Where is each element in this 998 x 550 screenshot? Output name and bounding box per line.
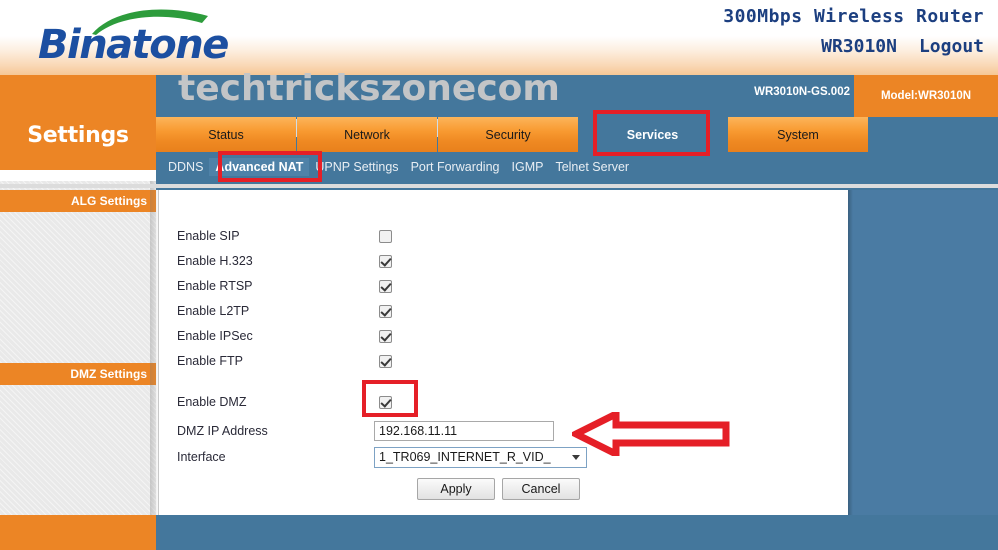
subnav-item-ddns[interactable]: DDNS [162, 158, 209, 176]
tab-system-label: System [777, 127, 819, 142]
checkbox-enable-h323[interactable] [379, 254, 392, 268]
cancel-button[interactable]: Cancel [502, 478, 580, 500]
model-badge-label: Model:WR3010N [880, 90, 972, 102]
row-interface: Interface 1_TR069_INTERNET_R_VID_ [159, 446, 848, 468]
checkbox-enable-ftp[interactable] [379, 354, 392, 368]
header-model-row: WR3010N Logout [821, 36, 984, 57]
brand-logo: Binatone [38, 6, 268, 68]
checkbox-enable-sip[interactable] [379, 229, 392, 243]
tab-services[interactable]: Services [595, 117, 710, 152]
subnav-item-port-forwarding[interactable]: Port Forwarding [405, 158, 506, 176]
sidebar-section-dmz[interactable]: DMZ Settings [0, 363, 156, 385]
subnav-item-telnet-server[interactable]: Telnet Server [549, 158, 635, 176]
tab-network-label: Network [344, 127, 390, 142]
subnav-item-advanced-nat[interactable]: Advanced NAT [209, 157, 310, 176]
checkbox-enable-l2tp[interactable] [379, 304, 392, 318]
settings-heading-label: Settings [27, 122, 129, 148]
sidebar-section-alg[interactable]: ALG Settings [0, 190, 156, 212]
checkbox-enable-ipsec[interactable] [379, 329, 392, 343]
label-enable-dmz: Enable DMZ [177, 395, 247, 409]
header-model-number: WR3010N [821, 36, 897, 57]
sub-navbar: DDNS Advanced NAT UPNP Settings Port For… [156, 152, 998, 181]
checkbox-enable-dmz[interactable] [379, 395, 392, 409]
right-blue-panel [848, 190, 998, 515]
label-enable-l2tp: Enable L2TP [177, 304, 250, 318]
firmware-version-label: WR3010N-GS.002 [754, 86, 850, 98]
apply-button[interactable]: Apply [417, 478, 495, 500]
label-enable-sip: Enable SIP [177, 229, 240, 243]
sidebar-section-alg-label: ALG Settings [70, 194, 147, 208]
label-enable-ipsec: Enable IPSec [177, 329, 253, 343]
label-interface: Interface [177, 450, 226, 464]
tab-security-label: Security [485, 127, 531, 142]
tab-status-label: Status [208, 127, 244, 142]
tab-status[interactable]: Status [156, 117, 296, 152]
sidebar-section-dmz-label: DMZ Settings [70, 367, 147, 381]
footer-orange-block [0, 515, 156, 550]
tab-services-label: Services [626, 127, 679, 142]
model-badge: Model:WR3010N [854, 75, 998, 117]
row-enable-ftp: Enable FTP [159, 351, 848, 371]
product-title: 300Mbps Wireless Router [723, 6, 984, 27]
label-dmz-ip-address: DMZ IP Address [177, 424, 268, 438]
subnav-item-igmp[interactable]: IGMP [506, 158, 550, 176]
row-enable-l2tp: Enable L2TP [159, 301, 848, 321]
left-sidebar: ALG Settings DMZ Settings [0, 181, 156, 515]
label-enable-ftp: Enable FTP [177, 354, 244, 368]
router-admin-page: Binatone 300Mbps Wireless Router WR3010N… [0, 0, 998, 550]
subnav-item-upnp-settings[interactable]: UPNP Settings [309, 158, 404, 176]
row-enable-h323: Enable H.323 [159, 251, 848, 271]
row-enable-rtsp: Enable RTSP [159, 276, 848, 296]
tab-security[interactable]: Security [438, 117, 578, 152]
horizontal-divider [0, 184, 998, 188]
logout-link[interactable]: Logout [919, 36, 984, 57]
interface-select[interactable]: 1_TR069_INTERNET_R_VID_ [374, 446, 587, 468]
row-enable-dmz: Enable DMZ [159, 392, 848, 412]
row-enable-sip: Enable SIP [159, 226, 848, 246]
brand-name: Binatone [38, 22, 229, 68]
interface-select-value: 1_TR069_INTERNET_R_VID_ [379, 450, 551, 464]
label-enable-h323: Enable H.323 [177, 254, 253, 268]
chevron-down-icon [572, 454, 580, 460]
footer-blue-block [156, 515, 998, 550]
settings-heading: Settings [0, 100, 156, 170]
checkbox-enable-rtsp[interactable] [379, 279, 392, 293]
label-enable-rtsp: Enable RTSP [177, 279, 253, 293]
row-enable-ipsec: Enable IPSec [159, 326, 848, 346]
main-navbar: Status Network Security Services System [156, 117, 998, 152]
tab-network[interactable]: Network [297, 117, 437, 152]
main-content-panel: Enable SIP Enable H.323 Enable RTSP Enab… [158, 190, 848, 515]
dmz-ip-address-input[interactable] [374, 421, 554, 441]
tab-system[interactable]: System [728, 117, 868, 152]
row-dmz-ip-address: DMZ IP Address [159, 421, 848, 441]
page-header: Binatone 300Mbps Wireless Router WR3010N… [0, 0, 998, 75]
